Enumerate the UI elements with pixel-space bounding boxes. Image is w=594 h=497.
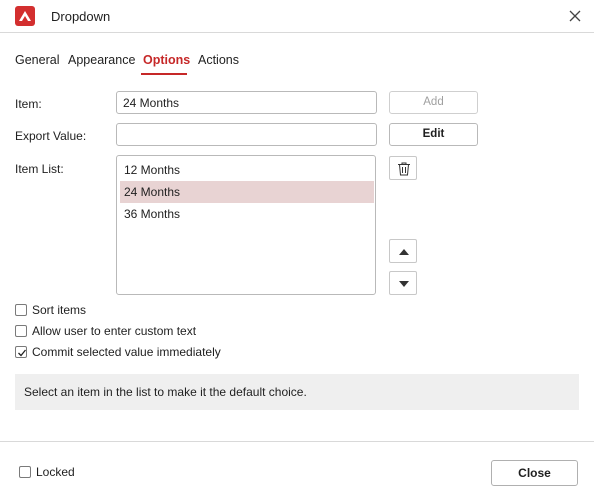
window-title: Dropdown [51, 9, 111, 24]
custom-text-checkbox[interactable] [15, 325, 27, 337]
item-input[interactable] [116, 91, 377, 114]
tab-bar: General Appearance Options Actions [0, 32, 594, 75]
arrow-down-icon [399, 281, 409, 287]
export-value-label: Export Value: [15, 129, 87, 143]
dialog-footer: Locked Close [0, 441, 594, 497]
list-item-selected[interactable]: 24 Months [120, 181, 374, 203]
move-down-button[interactable] [389, 271, 417, 295]
move-up-button[interactable] [389, 239, 417, 263]
sort-items-label: Sort items [32, 303, 87, 317]
list-item[interactable]: 12 Months [120, 159, 374, 181]
title-bar: Dropdown [0, 0, 594, 32]
checkmark-icon [18, 349, 27, 357]
arrow-up-icon [399, 249, 409, 255]
edit-button[interactable]: Edit [389, 123, 478, 146]
export-value-input[interactable] [116, 123, 377, 146]
close-button[interactable]: Close [491, 460, 578, 486]
trash-icon [398, 162, 410, 176]
tab-actions[interactable]: Actions [198, 53, 239, 67]
commit-immediately-label: Commit selected value immediately [32, 345, 221, 359]
sort-items-checkbox[interactable] [15, 304, 27, 316]
locked-checkbox[interactable] [19, 466, 31, 478]
tab-appearance[interactable]: Appearance [68, 53, 135, 67]
active-tab-indicator [141, 73, 187, 75]
commit-immediately-checkbox[interactable] [15, 346, 27, 358]
locked-label: Locked [36, 465, 75, 479]
list-item[interactable]: 36 Months [120, 203, 374, 225]
tab-general[interactable]: General [15, 53, 59, 67]
hint-text: Select an item in the list to make it th… [15, 374, 579, 410]
custom-text-label: Allow user to enter custom text [32, 324, 197, 338]
tab-options[interactable]: Options [143, 53, 190, 67]
item-list-label: Item List: [15, 162, 64, 176]
delete-item-button[interactable] [389, 156, 417, 180]
item-listbox[interactable]: 12 Months 24 Months 36 Months [116, 155, 376, 295]
item-label: Item: [15, 97, 42, 111]
close-icon[interactable] [565, 6, 585, 26]
add-button[interactable]: Add [389, 91, 478, 114]
app-logo-icon [15, 6, 35, 26]
